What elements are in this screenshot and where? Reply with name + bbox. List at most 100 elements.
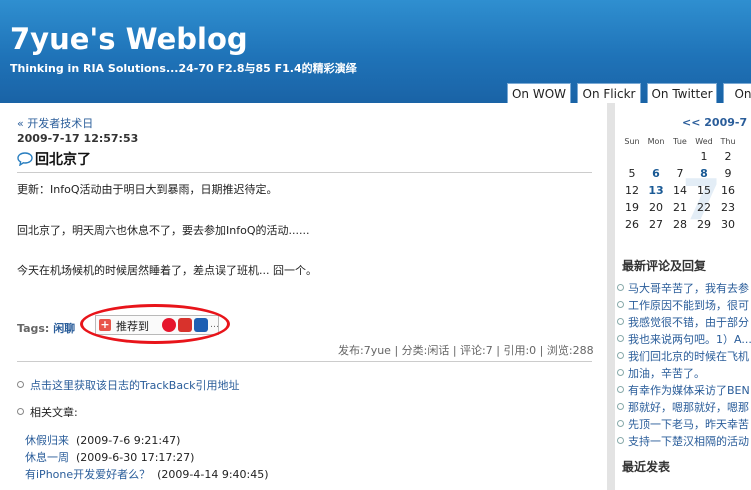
comment-item[interactable]: 有幸作为媒体采访了BEN: [617, 382, 750, 398]
comment-item[interactable]: 我们回北京的时候在飞机: [617, 348, 749, 364]
red-highlight-circle: [80, 304, 230, 344]
meta-divider: [17, 361, 592, 362]
calendar-day: 14: [673, 184, 687, 197]
related-title: 相关文章:: [30, 406, 78, 419]
blog-title[interactable]: 7yue's Weblog: [10, 22, 248, 56]
calendar-dayname: Wed: [695, 136, 713, 146]
related-link[interactable]: 休假归来: [25, 434, 69, 447]
comment-item[interactable]: 我也来说两句吧。1）A...: [617, 331, 751, 347]
comment-text[interactable]: 我感觉很不错，由于部分: [628, 316, 749, 329]
comment-text[interactable]: 支持一下楚汉相隔的活动: [628, 435, 749, 448]
related-item: 休息一周 (2009-6-30 17:17:27): [25, 449, 194, 465]
related-date: (2009-7-6 9:21:47): [76, 434, 181, 447]
calendar-day: 2: [724, 150, 732, 163]
tab-on-wow[interactable]: On WOW: [507, 83, 571, 103]
calendar-month-nav[interactable]: << 2009-7 >>: [682, 116, 751, 129]
related-date: (2009-6-30 17:17:27): [76, 451, 195, 464]
post-paragraph: 回北京了，明天周六也休息不了，要去参加InfoQ的活动......: [17, 224, 310, 237]
calendar-day: 27: [649, 218, 663, 231]
post-paragraph: 更新：InfoQ活动由于明日大到暴雨，日期推迟待定。: [17, 183, 278, 196]
post-tags: Tags: 闲聊: [17, 320, 75, 336]
comment-item[interactable]: 那就好，嗯那就好，嗯那: [617, 399, 749, 415]
trackback-item[interactable]: 点击这里获取该日志的TrackBack引用地址: [17, 377, 240, 393]
recent-posts-heading: 最近发表: [622, 460, 671, 474]
comment-text[interactable]: 我们回北京的时候在飞机: [628, 350, 749, 363]
related-item: 休假归来 (2009-7-6 9:21:47): [25, 432, 180, 448]
calendar-dayname: Thu: [720, 136, 736, 146]
comment-item[interactable]: 支持一下楚汉相隔的活动: [617, 433, 749, 449]
calendar-grid: Sun Mon Tue Wed Thu 1 2 5 6 7 8 9 12 13 …: [620, 134, 740, 233]
related-articles-heading: 相关文章:: [17, 404, 78, 420]
calendar-day: 15: [697, 184, 711, 197]
bullet-icon: [617, 301, 624, 308]
calendar-day: [668, 148, 692, 165]
recent-comments-heading: 最新评论及回复: [622, 259, 707, 273]
calendar-day: 26: [625, 218, 639, 231]
tab-on-more[interactable]: On: [723, 83, 751, 103]
calendar-day: 1: [700, 150, 708, 163]
calendar-day: 21: [673, 201, 687, 214]
trackback-link[interactable]: 点击这里获取该日志的TrackBack引用地址: [30, 379, 240, 392]
comment-text[interactable]: 我也来说两句吧。1）A...: [628, 333, 751, 346]
blog-header: 7yue's Weblog Thinking in RIA Solutions.…: [0, 0, 751, 103]
bullet-icon: [617, 335, 624, 342]
comment-item[interactable]: 工作原因不能到场，很可: [617, 297, 749, 313]
calendar-day-link[interactable]: 6: [644, 165, 668, 182]
calendar-day: [644, 148, 668, 165]
post-meta: 发布:7yue | 分类:闲话 | 评论:7 | 引用:0 | 浏览:288: [338, 344, 594, 357]
speech-bubble-icon: [17, 152, 33, 166]
comment-text[interactable]: 先顶一下老马，昨天幸苦: [628, 418, 749, 431]
calendar-day: 29: [697, 218, 711, 231]
calendar-dayname: Tue: [673, 136, 687, 146]
calendar-day: [620, 148, 644, 165]
previous-post-link[interactable]: « 开发者技术日: [17, 115, 93, 131]
comment-text[interactable]: 那就好，嗯那就好，嗯那: [628, 401, 749, 414]
calendar-dayname: Sun: [624, 136, 640, 146]
bullet-icon: [617, 386, 624, 393]
bullet-icon: [17, 381, 24, 388]
tags-label: Tags:: [17, 322, 50, 335]
calendar-day-link[interactable]: 13: [644, 182, 668, 199]
related-link[interactable]: 休息一周: [25, 451, 69, 464]
comment-item[interactable]: 先顶一下老马，昨天幸苦: [617, 416, 749, 432]
calendar-day: 28: [673, 218, 687, 231]
comment-item[interactable]: 我感觉很不错，由于部分: [617, 314, 749, 330]
related-date: (2009-4-14 9:40:45): [157, 468, 269, 481]
post-paragraph: 今天在机场候机的时候居然睡着了，差点误了班机... 囧一个。: [17, 264, 317, 277]
bullet-icon: [617, 420, 624, 427]
calendar-day: 23: [721, 201, 735, 214]
related-item: 有iPhone开发爱好者么？ (2009-4-14 9:40:45): [25, 466, 269, 482]
related-link[interactable]: 有iPhone开发爱好者么？: [25, 468, 150, 481]
comment-text[interactable]: 马大哥辛苦了，我有去参: [628, 282, 749, 295]
calendar-day: 5: [628, 167, 636, 180]
comment-item[interactable]: 马大哥辛苦了，我有去参: [617, 280, 749, 296]
bullet-icon: [617, 437, 624, 444]
calendar-day: 12: [625, 184, 639, 197]
comment-text[interactable]: 工作原因不能到场，很可: [628, 299, 749, 312]
post-title: 回北京了: [17, 149, 91, 169]
post-title-text[interactable]: 回北京了: [35, 152, 91, 168]
calendar-day: 19: [625, 201, 639, 214]
calendar-day-link[interactable]: 8: [692, 165, 716, 182]
tab-on-flickr[interactable]: On Flickr: [577, 83, 641, 103]
bullet-icon: [617, 369, 624, 376]
bullet-icon: [617, 352, 624, 359]
tab-on-twitter[interactable]: On Twitter: [647, 83, 717, 103]
comment-item[interactable]: 加油，辛苦了。: [617, 365, 705, 381]
post-datetime: 2009-7-17 12:57:53: [17, 132, 139, 145]
calendar-day: 30: [721, 218, 735, 231]
calendar-dayname: Mon: [647, 136, 665, 146]
blog-subtitle: Thinking in RIA Solutions...24-70 F2.8与8…: [10, 62, 357, 75]
comment-text[interactable]: 有幸作为媒体采访了BEN: [628, 384, 750, 397]
calendar-day: 7: [676, 167, 684, 180]
bullet-icon: [17, 408, 24, 415]
title-divider: [17, 172, 592, 173]
calendar-day: 9: [724, 167, 732, 180]
calendar-day: 22: [697, 201, 711, 214]
tag-link[interactable]: 闲聊: [53, 322, 75, 335]
bullet-icon: [617, 318, 624, 325]
calendar-day: 16: [721, 184, 735, 197]
bullet-icon: [617, 284, 624, 291]
comment-text[interactable]: 加油，辛苦了。: [628, 367, 705, 380]
calendar-day: 20: [649, 201, 663, 214]
